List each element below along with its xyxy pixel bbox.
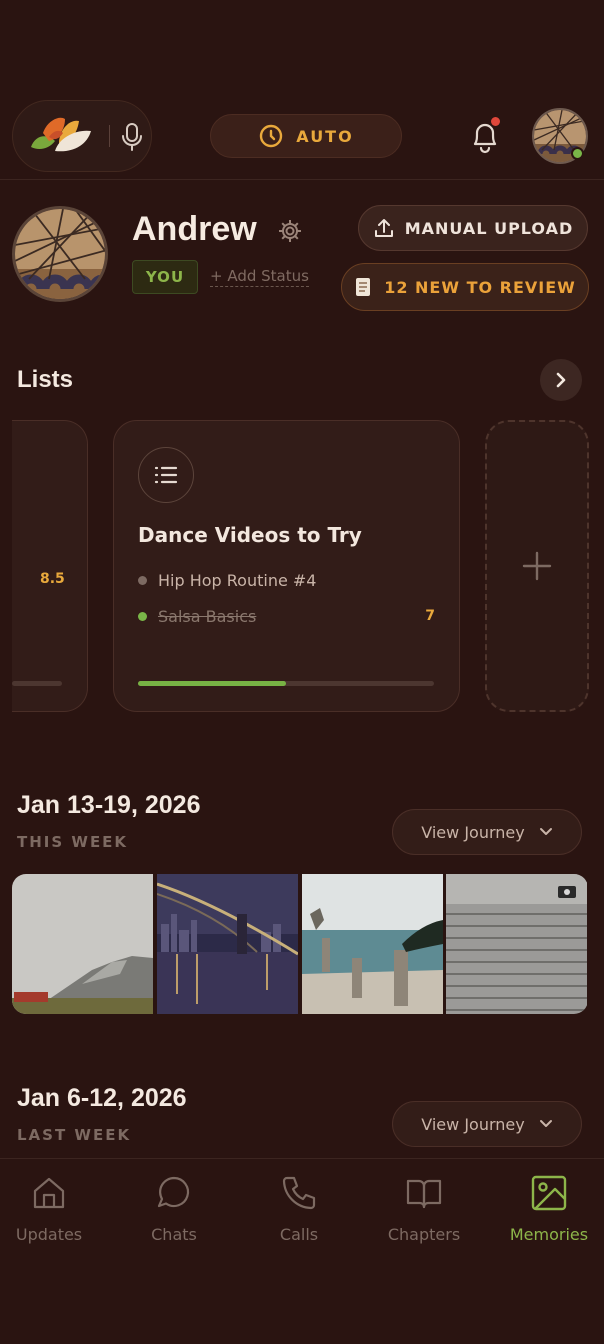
nav-memories[interactable]: Memories (494, 1173, 604, 1244)
book-icon (406, 1179, 442, 1209)
list-card-progress-fill (138, 681, 286, 686)
bottom-nav: Updates Chats Calls Chapters Memories (0, 1158, 604, 1344)
chevron-right-icon (556, 372, 566, 388)
week-title: Jan 13-19, 2026 (17, 791, 201, 819)
list-item-label: Hip Hop Routine #4 (158, 571, 317, 590)
lists-next-button[interactable] (540, 359, 582, 401)
review-label: 12 NEW TO REVIEW (384, 277, 576, 297)
week-photo-strip (12, 874, 588, 1014)
document-icon (356, 278, 371, 296)
list-item[interactable]: Hip Hop Routine #4 (138, 571, 316, 590)
list-icon (154, 466, 178, 484)
gear-icon[interactable] (277, 218, 303, 244)
week-subtitle: THIS WEEK (17, 833, 129, 851)
mountain-photo[interactable] (12, 874, 154, 1014)
nav-label: Calls (279, 1225, 319, 1244)
lists-title: Lists (17, 366, 74, 393)
logo-voice-pill[interactable] (12, 100, 152, 172)
upload-icon (374, 219, 393, 237)
chevron-down-icon (539, 1120, 552, 1127)
user-avatar-large[interactable] (12, 206, 108, 302)
list-card-progress (12, 681, 62, 686)
manual-upload-label: MANUAL UPLOAD (404, 218, 574, 238)
list-card-progress-track (138, 681, 434, 686)
home-icon (33, 1177, 65, 1209)
auto-mode-button[interactable]: AUTO (210, 114, 402, 158)
view-journey-button[interactable]: View Journey (392, 1101, 582, 1147)
plus-icon (522, 551, 552, 581)
review-button[interactable]: 12 NEW TO REVIEW (341, 263, 589, 311)
online-status-dot (571, 147, 584, 160)
manual-upload-button[interactable]: MANUAL UPLOAD (358, 205, 588, 251)
nav-label: Chats (151, 1225, 197, 1244)
list-card-partial[interactable]: 8.5 (12, 420, 88, 712)
profile-name: Andrew (132, 210, 257, 248)
nav-label: Chapters (387, 1225, 461, 1244)
view-journey-button[interactable]: View Journey (392, 809, 582, 855)
week-subtitle: LAST WEEK (17, 1126, 132, 1144)
divider (109, 125, 110, 147)
list-item-done[interactable]: Salsa Basics (138, 607, 256, 626)
chat-icon (157, 1176, 190, 1208)
steps-photo[interactable] (446, 874, 588, 1014)
phone-icon (282, 1176, 316, 1210)
add-list-button[interactable] (485, 420, 589, 712)
clock-icon (260, 124, 283, 148)
add-status-link[interactable]: + Add Status (210, 267, 309, 287)
view-journey-label: View Journey (421, 822, 525, 842)
notification-badge (491, 117, 500, 126)
bullet-dot (138, 576, 147, 585)
bridge-night-photo[interactable] (156, 874, 299, 1014)
view-journey-label: View Journey (421, 1114, 525, 1134)
chevron-down-icon (539, 828, 552, 835)
nav-calls[interactable]: Calls (244, 1173, 354, 1244)
list-card-dance-videos[interactable]: Dance Videos to Try Hip Hop Routine #4 S… (113, 420, 460, 712)
nav-chats[interactable]: Chats (119, 1173, 229, 1244)
auto-mode-label: AUTO (296, 126, 354, 146)
list-card-value: 8.5 (40, 571, 65, 587)
list-icon-circle (138, 447, 194, 503)
nav-chapters[interactable]: Chapters (369, 1173, 479, 1244)
image-icon (531, 1175, 567, 1211)
list-card-title: Dance Videos to Try (138, 523, 362, 547)
nav-updates[interactable]: Updates (0, 1173, 104, 1244)
lotus-logo-icon (31, 117, 91, 152)
week-title: Jan 6-12, 2026 (17, 1084, 187, 1112)
bullet-dot-done (138, 612, 147, 621)
you-badge: YOU (132, 260, 198, 294)
list-card-count: 7 (425, 608, 435, 624)
microphone-icon[interactable] (119, 121, 145, 153)
nav-label: Memories (509, 1225, 589, 1244)
list-item-label: Salsa Basics (158, 607, 257, 626)
top-header: AUTO (0, 0, 604, 180)
pier-photo[interactable] (301, 874, 444, 1014)
notifications-button[interactable] (466, 116, 504, 156)
nav-label: Updates (15, 1225, 83, 1244)
